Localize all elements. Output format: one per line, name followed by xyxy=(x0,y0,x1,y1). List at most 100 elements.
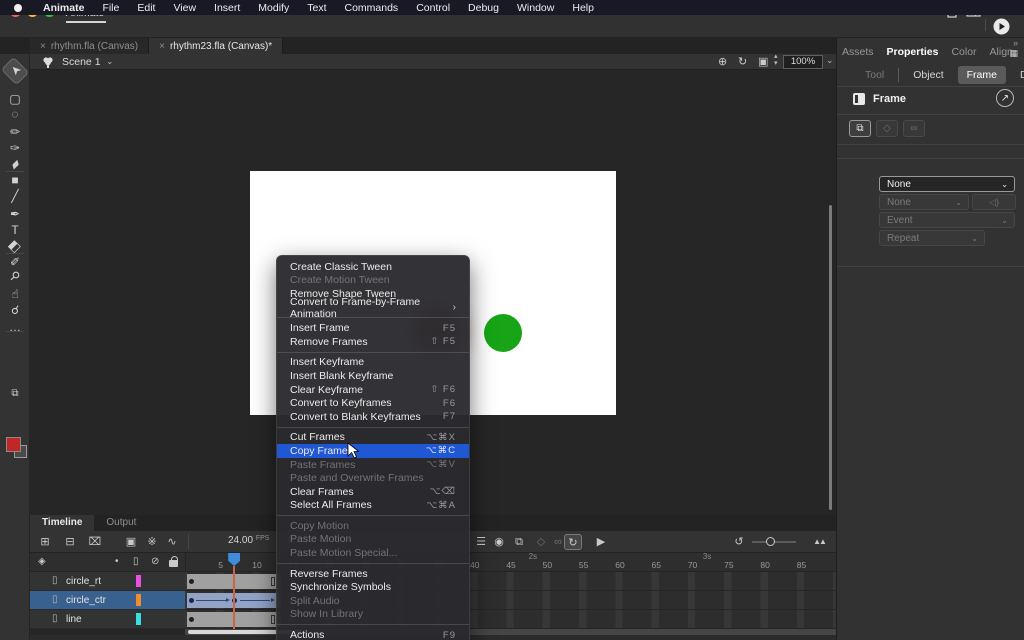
timeline-tab-output[interactable]: Output xyxy=(94,515,148,531)
layer-name-label[interactable]: circle_ctr xyxy=(66,595,106,606)
zoom-stepper-down[interactable]: ▾ xyxy=(774,59,778,67)
sound-edit-button[interactable]: ◁) xyxy=(972,194,1016,210)
center-stage-icon[interactable]: ⊕ xyxy=(718,55,727,68)
subtab-object[interactable]: Object xyxy=(913,69,943,81)
timeline-tab-timeline[interactable]: Timeline xyxy=(30,515,94,531)
onion-outline-button[interactable]: ◇ xyxy=(532,534,550,550)
fill-color-chip[interactable] xyxy=(6,437,21,452)
menubar-item-view[interactable]: View xyxy=(164,2,205,14)
menu-item-convert-to-blank-keyframes[interactable]: Convert to Blank KeyframesF7 xyxy=(277,410,469,424)
hide-all-layers-icon[interactable]: ⊘ xyxy=(151,556,159,567)
panel-menu-icon[interactable]: ▦ xyxy=(1009,48,1018,59)
panel-tab-properties[interactable]: Properties xyxy=(887,46,939,58)
layer-color-swatch[interactable] xyxy=(136,613,141,625)
menu-item-insert-keyframe[interactable]: Insert Keyframe xyxy=(277,356,469,370)
menubar-item-help[interactable]: Help xyxy=(563,2,603,14)
panel-tab-color[interactable]: Color xyxy=(951,46,976,58)
line-tool[interactable]: ╱ xyxy=(4,187,26,205)
test-movie-icon[interactable] xyxy=(993,18,1010,35)
onion-skin-button[interactable]: ◉ xyxy=(490,534,508,550)
menu-item-clear-keyframe[interactable]: Clear Keyframe⇧ F6 xyxy=(277,383,469,397)
lock-icon[interactable] xyxy=(169,560,178,567)
rotation-tool-icon[interactable]: ↻ xyxy=(738,55,747,68)
menu-item-remove-frames[interactable]: Remove Frames⇧ F5 xyxy=(277,335,469,349)
scene-name-label[interactable]: Scene 1 xyxy=(62,56,101,68)
clip-content-icon[interactable]: ▣ xyxy=(758,55,768,68)
menubar-item-debug[interactable]: Debug xyxy=(459,2,508,14)
layer-name-label[interactable]: line xyxy=(66,614,82,625)
lasso-tool[interactable]: ◌ xyxy=(4,105,26,123)
document-tab-2[interactable]: ×rhythm23.fla (Canvas)* xyxy=(149,38,283,54)
menubar-item-insert[interactable]: Insert xyxy=(205,2,249,14)
green-circle-object[interactable] xyxy=(484,314,522,352)
panel-tab-assets[interactable]: Assets xyxy=(842,46,874,58)
menubar-item-commands[interactable]: Commands xyxy=(336,2,408,14)
outline-column-icon[interactable]: ▯ xyxy=(133,556,139,567)
show-hide-column-icon[interactable]: • xyxy=(115,556,119,567)
fps-value[interactable]: 24.00 xyxy=(228,535,253,546)
layer-color-swatch[interactable] xyxy=(136,594,141,606)
zoom-tool[interactable]: ☌ xyxy=(4,301,26,319)
menu-item-select-all-frames[interactable]: Select All Frames⌥⌘A xyxy=(277,499,469,513)
graph-editor-button[interactable]: ∿ xyxy=(163,534,181,550)
fit-timeline-button[interactable]: ▲▲ xyxy=(810,534,828,550)
menubar-item-animate[interactable]: Animate xyxy=(34,2,93,14)
timeline-zoom-slider-knob[interactable] xyxy=(766,537,775,546)
layer-row-circle_rt[interactable]: ▯circle_rt xyxy=(30,572,185,591)
scene-chevron-icon[interactable]: ⌄ xyxy=(106,56,114,67)
zoom-dropdown-chevron[interactable]: ⌄ xyxy=(826,55,834,66)
menu-item-create-classic-tween[interactable]: Create Classic Tween xyxy=(277,260,469,274)
canvas-vertical-scrollbar[interactable] xyxy=(829,205,832,510)
menu-item-insert-frame[interactable]: Insert FrameF5 xyxy=(277,321,469,335)
snap-overlay-icon[interactable]: ⧉ xyxy=(4,385,26,403)
layer-row-line[interactable]: ▯line xyxy=(30,610,185,629)
layers-stack-icon[interactable]: ◈ xyxy=(38,556,46,567)
zoom-level-input[interactable]: 100% xyxy=(783,55,823,69)
menu-item-clear-frames[interactable]: Clear Frames⌥⌫ xyxy=(277,485,469,499)
menu-item-convert-to-frame-by-frame-animation[interactable]: Convert to Frame-by-Frame Animation› xyxy=(277,301,469,315)
sound-effect-dropdown[interactable]: None ⌄ xyxy=(879,194,969,210)
sound-sync-dropdown[interactable]: Event ⌄ xyxy=(879,212,1015,228)
menu-item-synchronize-symbols[interactable]: Synchronize Symbols xyxy=(277,580,469,594)
selection-tool[interactable]: ➤ xyxy=(1,57,29,85)
play-button[interactable]: ▶ xyxy=(592,534,610,550)
subtab-frame[interactable]: Frame xyxy=(958,66,1006,84)
document-tab-1[interactable]: ×rhythm.fla (Canvas) xyxy=(30,38,149,54)
menubar-item-control[interactable]: Control xyxy=(407,2,459,14)
menubar-item-modify[interactable]: Modify xyxy=(249,2,298,14)
menubar-item-edit[interactable]: Edit xyxy=(128,2,164,14)
subtab-doc[interactable]: Doc xyxy=(1020,69,1024,81)
layer-parenting-button[interactable]: ※ xyxy=(143,534,161,550)
close-tab-icon[interactable]: × xyxy=(40,41,46,52)
loop-button[interactable]: ↻ xyxy=(564,534,582,550)
apple-logo-icon[interactable] xyxy=(14,4,22,12)
layer-row-circle_ctr[interactable]: ▯circle_ctr xyxy=(30,591,185,610)
subtab-tool[interactable]: Tool xyxy=(865,69,884,81)
menu-item-copy-frames[interactable]: Copy Frames⌥⌘C xyxy=(277,444,469,458)
center-frame-button[interactable]: ☰ xyxy=(472,534,490,550)
menu-item-reverse-frames[interactable]: Reverse Frames xyxy=(277,567,469,581)
link-button[interactable]: ∞ xyxy=(903,120,925,137)
menu-item-convert-to-keyframes[interactable]: Convert to KeyframesF6 xyxy=(277,396,469,410)
menubar-item-file[interactable]: File xyxy=(93,2,128,14)
layer-color-swatch[interactable] xyxy=(136,575,141,587)
camera-button[interactable]: ▣ xyxy=(122,534,140,550)
menu-item-actions[interactable]: ActionsF9 xyxy=(277,628,469,640)
stacking-button[interactable]: ⧉ xyxy=(849,120,871,137)
close-tab-icon[interactable]: × xyxy=(159,41,165,52)
more-tools[interactable]: … xyxy=(4,318,26,336)
edit-multiple-frames-button[interactable]: ⧉ xyxy=(510,534,528,550)
reset-timeline-zoom-button[interactable]: ↺ xyxy=(730,534,748,550)
sound-repeat-dropdown[interactable]: Repeat ⌄ xyxy=(879,230,985,246)
delete-layer-button[interactable]: ⌧ xyxy=(86,534,104,550)
layer-name-label[interactable]: circle_rt xyxy=(66,576,101,587)
menubar-item-text[interactable]: Text xyxy=(298,2,335,14)
menu-item-insert-blank-keyframe[interactable]: Insert Blank Keyframe xyxy=(277,369,469,383)
new-folder-button[interactable]: ⊟ xyxy=(61,534,79,550)
new-layer-button[interactable]: ⊞ xyxy=(36,534,54,550)
eye-button[interactable]: ◇ xyxy=(876,120,898,137)
sound-name-dropdown[interactable]: None ⌄ xyxy=(879,176,1015,192)
convert-quick-action-icon[interactable]: ↗ xyxy=(996,89,1014,107)
menubar-item-window[interactable]: Window xyxy=(508,2,563,14)
menu-item-cut-frames[interactable]: Cut Frames⌥⌘X xyxy=(277,431,469,445)
